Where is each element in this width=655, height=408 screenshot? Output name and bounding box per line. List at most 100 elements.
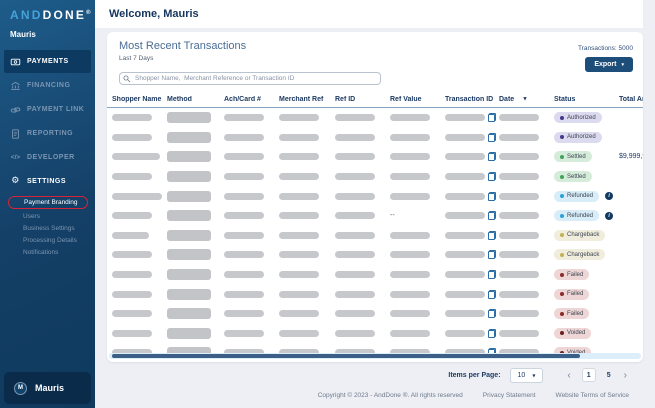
sidebar-item-financing[interactable]: FINANCING: [4, 74, 91, 97]
copy-icon[interactable]: [488, 152, 496, 161]
copy-icon[interactable]: [488, 172, 496, 181]
sidebar-item-settings[interactable]: ⚙ SETTINGS: [4, 170, 91, 193]
reporting-icon: [10, 129, 21, 139]
date-cell: [499, 251, 554, 258]
date-cell: [499, 193, 554, 200]
shopper-name-cell: [112, 212, 167, 219]
placeholder-pill: [112, 291, 152, 298]
date-cell: [499, 212, 554, 219]
copy-icon[interactable]: [488, 192, 496, 201]
table-row[interactable]: Settled $9,999,99: [107, 147, 643, 167]
anddone-logo: ANDDONE®: [0, 0, 95, 22]
table-row[interactable]: Voided $: [107, 324, 643, 344]
submenu-item-payment-branding[interactable]: Payment Branding: [8, 196, 88, 209]
placeholder-pill: [167, 328, 211, 339]
column-header-total-amount[interactable]: Total Am: [619, 96, 643, 103]
copy-icon[interactable]: [488, 133, 496, 142]
horizontal-scrollbar-thumb[interactable]: [112, 354, 580, 358]
placeholder-pill: [499, 193, 539, 200]
copy-icon[interactable]: [488, 211, 496, 220]
profile-box[interactable]: M Mauris: [4, 372, 91, 404]
status-label: Failed: [567, 291, 583, 297]
table-row[interactable]: -- Refunded i: [107, 206, 643, 226]
logo-prefix: AND: [10, 8, 43, 22]
table-row[interactable]: Authorized: [107, 108, 643, 128]
date-cell: [499, 232, 554, 239]
transaction-id-cell: [445, 270, 499, 279]
placeholder-pill: [167, 249, 211, 260]
date-cell: [499, 310, 554, 317]
next-page-button[interactable]: ›: [622, 370, 629, 381]
amount-cell: $: [619, 304, 643, 324]
column-header-ach-card[interactable]: Ach/Card #: [224, 96, 279, 103]
column-header-ref-id[interactable]: Ref ID: [335, 96, 390, 103]
column-header-ref-value[interactable]: Ref Value: [390, 96, 445, 103]
placeholder-pill: [224, 193, 264, 200]
submenu-item-users[interactable]: Users: [0, 210, 95, 222]
prev-page-button[interactable]: ‹: [565, 370, 572, 381]
table-row[interactable]: Chargeback: [107, 226, 643, 246]
amount-cell: $: [619, 167, 643, 187]
caret-down-icon: ▾: [621, 62, 624, 68]
sort-caret-icon[interactable]: ▼: [523, 97, 526, 102]
ref-id-cell: [335, 153, 390, 160]
submenu-item-business-settings[interactable]: Business Settings: [0, 222, 95, 234]
placeholder-pill: [167, 171, 211, 182]
table-row[interactable]: Refunded i $: [107, 186, 643, 206]
column-header-shopper-name[interactable]: Shopper Name: [112, 96, 167, 103]
sidebar-item-payment-link[interactable]: PAYMENT LINK: [4, 98, 91, 121]
ref-value-cell: [390, 310, 445, 317]
shopper-name-cell: [112, 173, 167, 180]
payment-link-icon: [10, 105, 21, 115]
table-row[interactable]: Failed $: [107, 284, 643, 304]
sidebar-item-developer[interactable]: </> DEVELOPER: [4, 146, 91, 169]
placeholder-pill: [390, 193, 430, 200]
table-row[interactable]: Failed: [107, 265, 643, 285]
copy-icon[interactable]: [488, 309, 496, 318]
copy-icon[interactable]: [488, 113, 496, 122]
privacy-statement-link[interactable]: Privacy Statement: [483, 392, 536, 399]
ach-card-cell: [224, 232, 279, 239]
page-size-select[interactable]: 10 ▼: [510, 368, 544, 383]
table-row[interactable]: Chargeback $: [107, 245, 643, 265]
placeholder-pill: [499, 310, 539, 317]
placeholder-pill: [445, 310, 485, 317]
copy-icon[interactable]: [488, 329, 496, 338]
column-header-transaction-id[interactable]: Transaction ID: [445, 96, 499, 103]
horizontal-scrollbar-track[interactable]: [109, 353, 641, 359]
column-header-merchant-ref[interactable]: Merchant Ref: [279, 96, 335, 103]
info-icon[interactable]: i: [605, 212, 613, 220]
status-label: Refunded: [567, 213, 593, 219]
submenu-item-notifications[interactable]: Notifications: [0, 246, 95, 258]
placeholder-pill: [167, 308, 211, 319]
info-icon[interactable]: i: [605, 192, 613, 200]
terms-of-service-link[interactable]: Website Terms of Service: [556, 392, 629, 399]
status-cell: Failed: [554, 289, 619, 300]
table-row[interactable]: Settled $: [107, 167, 643, 187]
copy-icon[interactable]: [488, 250, 496, 259]
column-header-date[interactable]: Date ▼: [499, 96, 554, 103]
placeholder-pill: [390, 330, 430, 337]
copy-icon[interactable]: [488, 290, 496, 299]
status-dot-icon: [560, 135, 564, 139]
status-label: Settled: [567, 174, 586, 180]
export-button[interactable]: Export ▾: [585, 57, 633, 72]
last-page-button[interactable]: 5: [605, 372, 613, 379]
table-row[interactable]: Failed $: [107, 304, 643, 324]
sidebar-item-reporting[interactable]: REPORTING: [4, 122, 91, 145]
status-dot-icon: [560, 175, 564, 179]
placeholder-pill: [390, 291, 430, 298]
table-row[interactable]: Authorized $: [107, 128, 643, 148]
placeholder-pill: [112, 251, 152, 258]
column-header-method[interactable]: Method: [167, 96, 224, 103]
submenu-item-processing-details[interactable]: Processing Details: [0, 234, 95, 246]
current-page-button[interactable]: 1: [582, 368, 596, 382]
column-header-status[interactable]: Status: [554, 96, 619, 103]
ach-card-cell: [224, 134, 279, 141]
merchant-ref-cell: [279, 114, 335, 121]
status-cell: Authorized: [554, 112, 619, 123]
copy-icon[interactable]: [488, 231, 496, 240]
sidebar-item-payments[interactable]: PAYMENTS: [4, 50, 91, 73]
search-input[interactable]: [119, 72, 381, 85]
copy-icon[interactable]: [488, 270, 496, 279]
